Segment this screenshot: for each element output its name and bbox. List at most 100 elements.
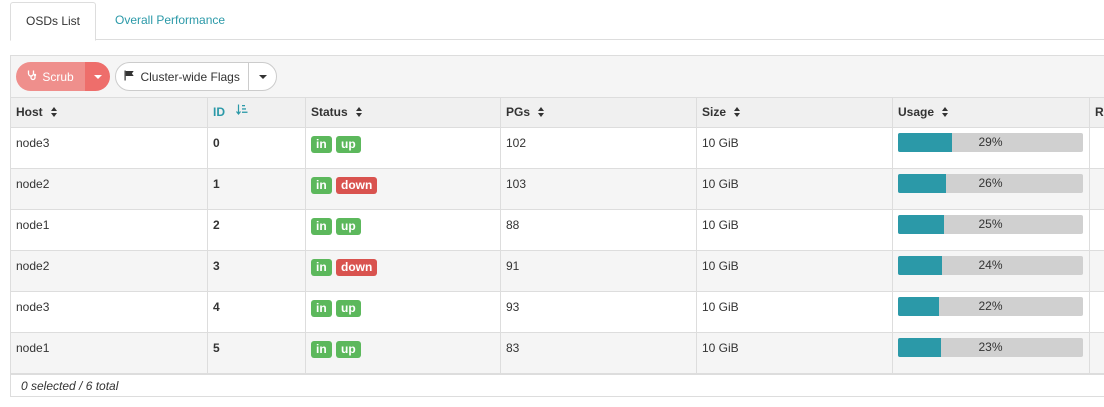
status-badge-up: up <box>336 136 361 153</box>
table-row[interactable]: node1 2 in up 88 10 GiB 25% <box>11 210 1104 251</box>
table-row[interactable]: node2 3 in down 91 10 GiB 24% <box>11 251 1104 292</box>
cell-host: node3 <box>11 292 208 332</box>
cell-pgs: 91 <box>501 251 697 291</box>
cell-size: 10 GiB <box>697 128 893 168</box>
column-header-label: Host <box>16 105 43 119</box>
cell-size: 10 GiB <box>697 292 893 332</box>
cell-id: 0 <box>208 128 306 168</box>
sort-icon <box>50 106 58 117</box>
usage-bar: 25% <box>898 215 1083 234</box>
cell-status: in down <box>306 169 501 209</box>
status-badge-in: in <box>311 259 332 276</box>
sort-ascending-icon <box>236 97 248 126</box>
cell-usage: 22% <box>893 292 1090 332</box>
usage-percent-label: 22% <box>978 299 1003 313</box>
cell-id: 1 <box>208 169 306 209</box>
cell-host: node2 <box>11 169 208 209</box>
cell-usage: 26% <box>893 169 1090 209</box>
cell-re <box>1090 169 1104 209</box>
tab-osds-list[interactable]: OSDs List <box>10 2 96 41</box>
sort-icon <box>538 106 545 117</box>
cell-re <box>1090 210 1104 250</box>
cell-status: in up <box>306 292 501 332</box>
cell-re <box>1090 251 1104 291</box>
table-footer-summary: 0 selected / 6 total <box>11 374 1104 396</box>
usage-percent-label: 29% <box>978 135 1003 149</box>
status-badge-down: down <box>336 177 378 194</box>
cluster-flags-button[interactable]: Cluster-wide Flags <box>116 63 250 90</box>
cell-size: 10 GiB <box>697 210 893 250</box>
cell-usage: 29% <box>893 128 1090 168</box>
sort-icon <box>734 106 741 117</box>
cell-id: 4 <box>208 292 306 332</box>
usage-percent-label: 26% <box>978 176 1003 190</box>
column-header-re[interactable]: Re <box>1090 98 1104 128</box>
table-row[interactable]: node3 4 in up 93 10 GiB 22% <box>11 292 1104 333</box>
table-header: Host ID Status PGs Size Usage R <box>11 97 1104 128</box>
usage-percent-label: 23% <box>978 340 1003 354</box>
column-header-label: Re <box>1095 105 1104 119</box>
cell-size: 10 GiB <box>697 169 893 209</box>
column-header-pgs[interactable]: PGs <box>501 98 697 128</box>
cell-id: 5 <box>208 333 306 373</box>
status-badge-in: in <box>311 177 332 194</box>
table-row[interactable]: node2 1 in down 103 10 GiB 26% <box>11 169 1104 210</box>
column-header-label: Size <box>702 105 727 119</box>
cell-host: node3 <box>11 128 208 168</box>
cell-host: node1 <box>11 210 208 250</box>
status-badge-in: in <box>311 300 332 317</box>
usage-bar: 22% <box>898 297 1083 316</box>
cell-re <box>1090 128 1104 168</box>
tab-bar: OSDs List Overall Performance <box>10 0 1104 41</box>
scrub-button-group: Scrub <box>16 62 110 91</box>
cell-pgs: 83 <box>501 333 697 373</box>
column-header-usage[interactable]: Usage <box>893 98 1090 128</box>
usage-bar: 24% <box>898 256 1083 275</box>
table-row[interactable]: node1 5 in up 83 10 GiB 23% <box>11 333 1104 374</box>
status-badge-up: up <box>336 218 361 235</box>
flag-icon <box>124 70 135 84</box>
cell-host: node2 <box>11 251 208 291</box>
cell-status: in up <box>306 210 501 250</box>
caret-down-icon <box>258 74 267 79</box>
cell-id: 2 <box>208 210 306 250</box>
osds-table: Scrub Cluster-wide Flags Host ID Status … <box>10 55 1104 397</box>
scrub-dropdown-toggle[interactable] <box>85 62 110 91</box>
scrub-button[interactable]: Scrub <box>16 62 85 91</box>
table-toolbar: Scrub Cluster-wide Flags <box>11 56 1104 97</box>
column-header-status[interactable]: Status <box>306 98 501 128</box>
usage-percent-label: 25% <box>978 217 1003 231</box>
status-badge-in: in <box>311 218 332 235</box>
status-badge-in: in <box>311 341 332 358</box>
status-badge-up: up <box>336 341 361 358</box>
cell-id: 3 <box>208 251 306 291</box>
tab-overall-performance[interactable]: Overall Performance <box>100 2 240 41</box>
column-header-label: Usage <box>898 105 935 119</box>
cell-size: 10 GiB <box>697 333 893 373</box>
usage-percent-label: 24% <box>978 258 1003 272</box>
cell-pgs: 103 <box>501 169 697 209</box>
stethoscope-icon <box>27 70 37 84</box>
usage-bar: 23% <box>898 338 1083 357</box>
column-header-id[interactable]: ID <box>208 98 306 128</box>
cell-usage: 23% <box>893 333 1090 373</box>
table-row[interactable]: node3 0 in up 102 10 GiB 29% <box>11 128 1104 169</box>
column-header-host[interactable]: Host <box>11 98 208 128</box>
caret-down-icon <box>93 74 102 79</box>
cell-usage: 24% <box>893 251 1090 291</box>
scrub-label: Scrub <box>42 69 74 84</box>
cluster-flags-button-group: Cluster-wide Flags <box>115 62 277 91</box>
cluster-flags-dropdown-toggle[interactable] <box>249 63 276 90</box>
cluster-flags-label: Cluster-wide Flags <box>140 69 240 84</box>
column-header-label: ID <box>213 105 225 119</box>
sort-icon <box>942 106 949 117</box>
cell-status: in down <box>306 251 501 291</box>
status-badge-in: in <box>311 136 332 153</box>
cell-status: in up <box>306 333 501 373</box>
usage-bar: 29% <box>898 133 1083 152</box>
cell-re <box>1090 292 1104 332</box>
usage-bar: 26% <box>898 174 1083 193</box>
column-header-size[interactable]: Size <box>697 98 893 128</box>
cell-pgs: 88 <box>501 210 697 250</box>
cell-pgs: 93 <box>501 292 697 332</box>
